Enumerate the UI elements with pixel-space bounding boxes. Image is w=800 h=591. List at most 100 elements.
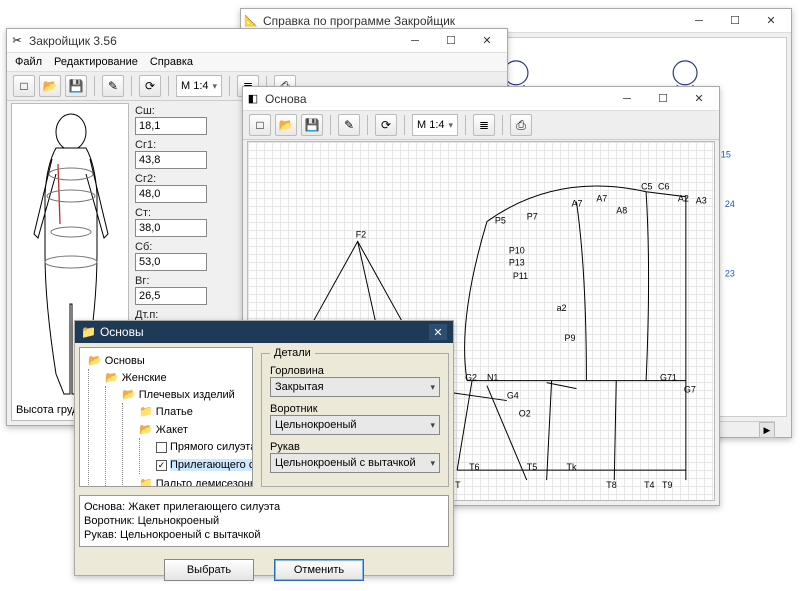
- brush-button[interactable]: ✎: [338, 114, 360, 136]
- close-button[interactable]: ✕: [681, 88, 717, 110]
- field-input-vg[interactable]: [135, 287, 207, 305]
- field-label: Вг:: [135, 275, 225, 287]
- sync-button[interactable]: ⟳: [139, 75, 161, 97]
- brush-button[interactable]: ✎: [102, 75, 124, 97]
- tree-fitted[interactable]: Прилегающего силуэта: [170, 459, 253, 471]
- open-button[interactable]: 📂: [39, 75, 61, 97]
- save-button[interactable]: 💾: [301, 114, 323, 136]
- scroll-right-icon[interactable]: ▶: [759, 422, 775, 438]
- svg-text:T4: T4: [644, 480, 654, 490]
- sync-button[interactable]: ⟳: [375, 114, 397, 136]
- sync-icon: ⟳: [145, 79, 155, 93]
- tree-root[interactable]: Основы: [105, 355, 145, 367]
- svg-text:A7: A7: [596, 194, 607, 204]
- checkbox-checked-icon[interactable]: ✓: [156, 460, 167, 471]
- new-icon: □: [20, 79, 27, 93]
- open-icon: 📂: [279, 118, 294, 132]
- minimize-button[interactable]: ─: [397, 30, 433, 52]
- maximize-button[interactable]: ☐: [433, 30, 469, 52]
- svg-text:T8: T8: [606, 480, 616, 490]
- new-button[interactable]: □: [249, 114, 271, 136]
- brush-icon: ✎: [344, 118, 354, 132]
- close-button[interactable]: ✕: [753, 10, 789, 32]
- tree-palto-demi[interactable]: Пальто демисезонное: [156, 478, 253, 487]
- separator: [229, 76, 230, 96]
- print-button[interactable]: ⎙: [510, 114, 532, 136]
- svg-text:Tk: Tk: [567, 462, 577, 472]
- folder-icon: 📂: [105, 372, 119, 384]
- save-button[interactable]: 💾: [65, 75, 87, 97]
- app-icon: ◧: [245, 91, 261, 107]
- folder-icon: 📁: [139, 406, 153, 418]
- summary-box: Основа: Жакет прилегающего силуэта Ворот…: [79, 495, 449, 547]
- summary-line: Основа: Жакет прилегающего силуэта: [84, 500, 444, 514]
- svg-text:T9: T9: [662, 480, 672, 490]
- field-input-sb[interactable]: [135, 253, 207, 271]
- field-input-sg1[interactable]: [135, 151, 207, 169]
- svg-text:P5: P5: [495, 216, 506, 226]
- svg-text:O2: O2: [519, 408, 531, 418]
- save-icon: 💾: [305, 118, 320, 132]
- collar-label: Воротник: [270, 403, 440, 415]
- svg-text:T: T: [455, 480, 461, 490]
- svg-text:P10: P10: [509, 245, 525, 255]
- field-input-ssh[interactable]: [135, 117, 207, 135]
- collar-select[interactable]: Цельнокроеный: [270, 415, 440, 435]
- basis-titlebar: 📁 Основы ✕: [75, 321, 453, 343]
- svg-text:A7: A7: [571, 199, 582, 209]
- field-label: Сб:: [135, 241, 225, 253]
- fields-panel: Сш: Сг1: Сг2: Ст: Сб: Вг: Дт.п:: [135, 103, 225, 325]
- svg-text:P7: P7: [527, 212, 538, 222]
- svg-text:A2: A2: [678, 194, 689, 204]
- separator: [465, 115, 466, 135]
- svg-text:G71: G71: [660, 373, 677, 383]
- close-button[interactable]: ✕: [429, 324, 447, 340]
- basis-tree[interactable]: 📂 Основы 📂 Женские 📂 Плечевых изделий 📁 …: [79, 347, 253, 487]
- tree-straight[interactable]: Прямого силуэта: [170, 441, 253, 453]
- folder-icon: 📁: [139, 478, 153, 487]
- close-button[interactable]: ✕: [469, 30, 505, 52]
- sleeve-select[interactable]: Цельнокроеный с вытачкой: [270, 453, 440, 473]
- tree-shoulder[interactable]: Плечевых изделий: [139, 389, 235, 401]
- tree-female[interactable]: Женские: [122, 372, 167, 384]
- svg-text:C5: C5: [641, 182, 652, 192]
- tree-jacket[interactable]: Жакет: [156, 424, 188, 436]
- separator: [502, 115, 503, 135]
- separator: [404, 115, 405, 135]
- zoom-select[interactable]: M 1:4: [412, 114, 458, 136]
- menu-file[interactable]: Файл: [15, 56, 42, 68]
- app-icon: ✂: [9, 33, 25, 49]
- minimize-button[interactable]: ─: [681, 10, 717, 32]
- app-icon: 📐: [243, 13, 259, 29]
- svg-text:15: 15: [721, 149, 731, 159]
- new-button[interactable]: □: [13, 75, 35, 97]
- svg-text:G2: G2: [465, 373, 477, 383]
- neck-select[interactable]: Закрытая: [270, 377, 440, 397]
- svg-text:a2: a2: [557, 303, 567, 313]
- maximize-button[interactable]: ☐: [645, 88, 681, 110]
- menu-help[interactable]: Справка: [150, 56, 193, 68]
- menu-edit[interactable]: Редактирование: [54, 56, 138, 68]
- align-button[interactable]: ≣: [473, 114, 495, 136]
- tree-platye[interactable]: Платье: [156, 406, 193, 418]
- svg-text:F2: F2: [356, 229, 366, 239]
- save-icon: 💾: [69, 79, 84, 93]
- sleeve-label: Рукав: [270, 441, 440, 453]
- field-label: Сш:: [135, 105, 225, 117]
- minimize-button[interactable]: ─: [609, 88, 645, 110]
- field-label: Сг2:: [135, 173, 225, 185]
- field-input-sg2[interactable]: [135, 185, 207, 203]
- open-button[interactable]: 📂: [275, 114, 297, 136]
- svg-text:A8: A8: [616, 206, 627, 216]
- checkbox-unchecked-icon[interactable]: [156, 442, 167, 453]
- cancel-button[interactable]: Отменить: [274, 559, 364, 581]
- svg-text:G7: G7: [684, 385, 696, 395]
- field-input-st[interactable]: [135, 219, 207, 237]
- svg-text:P9: P9: [565, 333, 576, 343]
- details-group: Детали Горловина Закрытая Воротник Цельн…: [261, 347, 449, 487]
- svg-text:P11: P11: [513, 271, 528, 281]
- svg-text:23: 23: [725, 269, 735, 279]
- zoom-select[interactable]: M 1:4: [176, 75, 222, 97]
- select-button[interactable]: Выбрать: [164, 559, 254, 581]
- maximize-button[interactable]: ☐: [717, 10, 753, 32]
